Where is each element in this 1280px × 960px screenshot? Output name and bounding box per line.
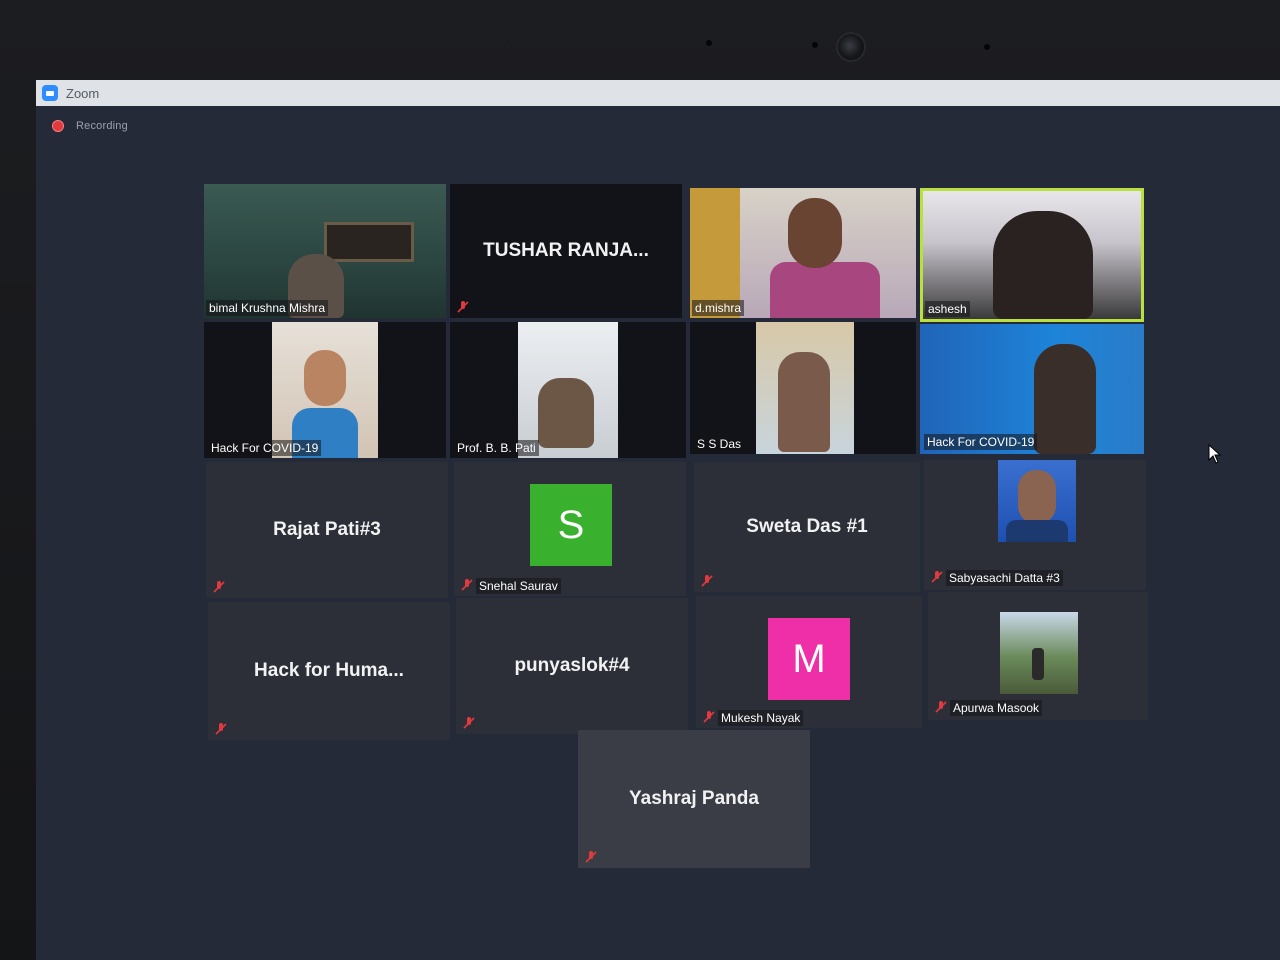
mouse-cursor-icon [1208, 444, 1222, 464]
person-face [788, 198, 842, 268]
participant-name: S S Das [694, 436, 745, 452]
zoom-app-icon [42, 85, 58, 101]
participant-name: TUSHAR RANJA... [483, 240, 649, 261]
participant-tile[interactable]: TUSHAR RANJA... [450, 184, 682, 318]
participant-tile[interactable]: Rajat Pati#3 [206, 462, 448, 598]
participant-name: bimal Krushna Mishra [206, 300, 329, 316]
avatar: S [530, 484, 612, 566]
participant-tile[interactable]: Sabyasachi Datta #3 [924, 460, 1146, 590]
participant-name: Rajat Pati#3 [273, 519, 381, 540]
title-bar[interactable]: Zoom [36, 80, 1280, 106]
person-figure [1032, 648, 1044, 680]
zoom-window: Zoom Recording bimal Krushna Mishra TUSH… [36, 80, 1280, 960]
wall-frame [324, 222, 414, 262]
participant-tile[interactable]: Hack For COVID-19 [204, 322, 446, 458]
participant-tile[interactable]: punyaslok#4 [456, 598, 688, 734]
mic-muted-icon [457, 301, 469, 313]
participant-tile[interactable]: Sweta Das #1 [694, 462, 920, 592]
person-shirt [1006, 520, 1068, 542]
participant-name: Sabyasachi Datta #3 [946, 570, 1063, 586]
webcam-area [690, 28, 1010, 68]
person-silhouette [538, 378, 594, 448]
participant-name: Snehal Saurav [476, 578, 561, 594]
participant-tile[interactable]: M Mukesh Nayak [696, 596, 922, 728]
webcam-lens [836, 32, 866, 62]
participant-tile[interactable]: Hack For COVID-19 [920, 324, 1144, 454]
recording-label: Recording [76, 120, 128, 132]
participant-tile[interactable]: Yashraj Panda [578, 730, 810, 868]
participant-tile[interactable]: S S Das [690, 322, 916, 454]
participant-name: Hack For COVID-19 [208, 440, 322, 456]
participant-name: Sweta Das #1 [746, 516, 868, 537]
mic-muted-icon [213, 581, 225, 593]
mic-muted-icon [703, 711, 715, 723]
record-icon [52, 120, 64, 132]
mic-muted-icon [585, 851, 597, 863]
window-title: Zoom [66, 85, 100, 101]
avatar: M [768, 618, 850, 700]
mic-muted-icon [935, 701, 947, 713]
participant-name: Hack for Huma... [254, 660, 404, 681]
participant-tile[interactable]: d.mishra [690, 188, 916, 318]
participant-name: Prof. B. B. Pati [454, 440, 539, 456]
participant-name: Apurwa Masook [950, 700, 1043, 716]
participant-tile[interactable]: Hack for Huma... [208, 602, 450, 740]
video-background [690, 188, 740, 318]
person-silhouette [1034, 344, 1096, 454]
participant-tile[interactable]: Apurwa Masook [928, 592, 1148, 720]
participant-name: punyaslok#4 [514, 655, 630, 676]
recording-indicator[interactable]: Recording [52, 120, 128, 132]
participant-name: ashesh [925, 301, 970, 317]
sensor-dot [984, 44, 990, 50]
sensor-dot [812, 42, 818, 48]
person-silhouette [993, 211, 1093, 319]
mic-muted-icon [931, 571, 943, 583]
participant-tile[interactable]: bimal Krushna Mishra [204, 184, 446, 318]
person-face [1018, 470, 1056, 524]
person-silhouette [778, 352, 830, 452]
participant-name: Mukesh Nayak [718, 710, 804, 726]
mic-muted-icon [463, 717, 475, 729]
mic-muted-icon [701, 575, 713, 587]
participant-tile[interactable]: S Snehal Saurav [454, 462, 686, 596]
mic-muted-icon [215, 723, 227, 735]
participant-name: d.mishra [692, 300, 745, 316]
participant-name: Yashraj Panda [629, 788, 759, 809]
person-face [304, 350, 346, 406]
person-shirt [770, 262, 880, 318]
mic-muted-icon [461, 579, 473, 591]
participant-tile-active-speaker[interactable]: ashesh [920, 188, 1144, 322]
participant-tile[interactable]: Prof. B. B. Pati [450, 322, 686, 458]
sensor-dot [706, 40, 712, 46]
participant-name: Hack For COVID-19 [924, 434, 1038, 450]
